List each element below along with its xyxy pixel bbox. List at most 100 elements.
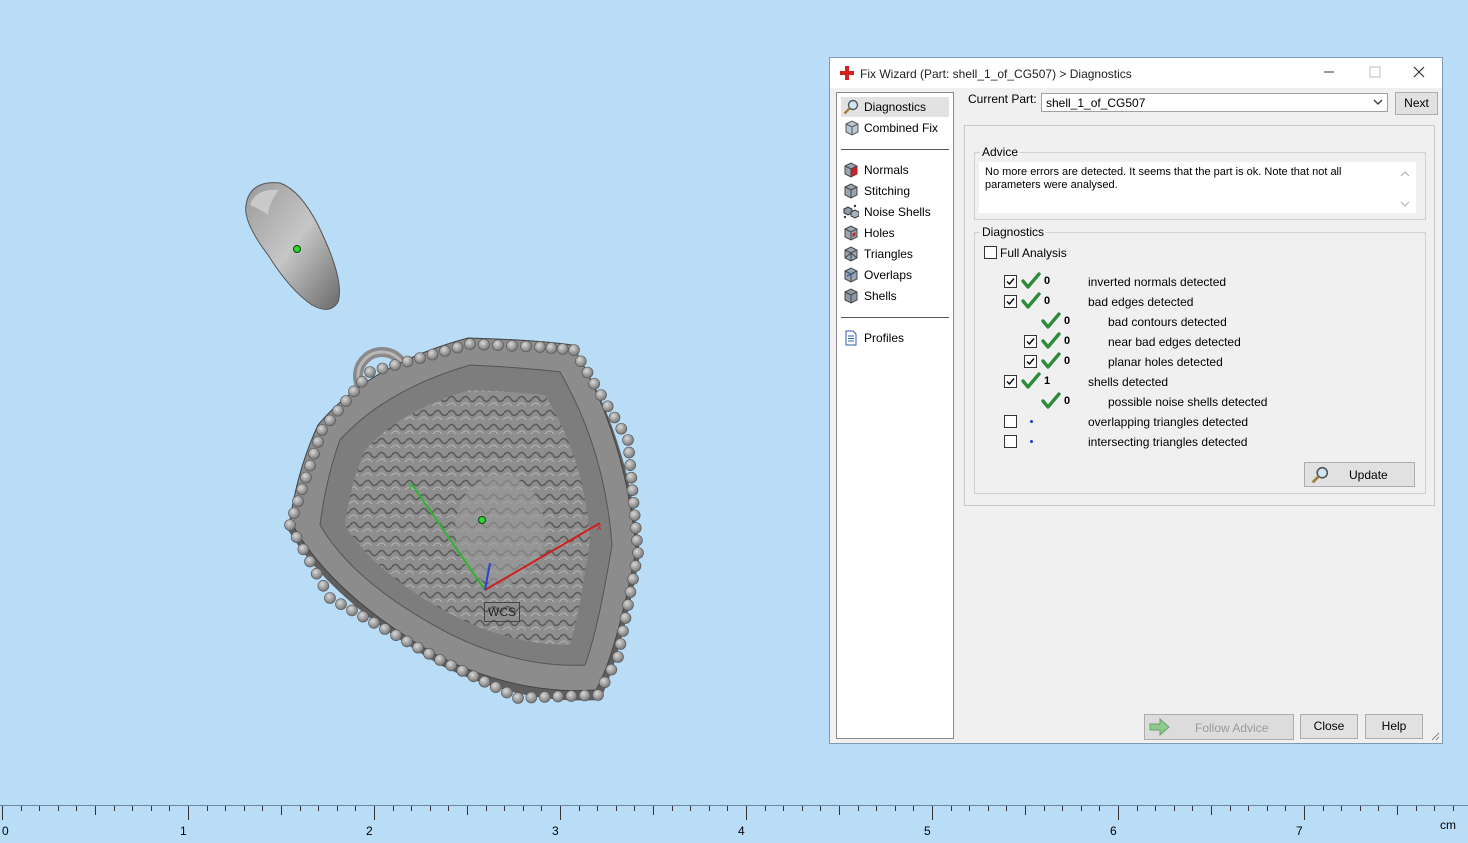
ruler-tick <box>1341 806 1342 811</box>
nav-item-profiles[interactable]: Profiles <box>841 328 949 348</box>
checkmark-icon <box>1026 358 1035 366</box>
current-part-select[interactable]: shell_1_of_CG507 <box>1041 93 1388 112</box>
nav-item-holes[interactable]: Holes <box>841 223 949 243</box>
ruler-tick <box>1304 806 1305 820</box>
dialog-titlebar[interactable]: Fix Wizard (Part: shell_1_of_CG507) > Di… <box>830 58 1442 88</box>
ruler-tick <box>132 806 133 811</box>
follow-advice-button[interactable]: Follow Advice <box>1144 714 1294 740</box>
update-label: Update <box>1349 468 1388 482</box>
ruler-label-5: 5 <box>924 824 931 838</box>
maximize-icon <box>1369 66 1381 78</box>
ruler-tick <box>783 806 784 811</box>
ruler-tick <box>76 806 77 811</box>
status-ok-icon <box>1041 352 1061 369</box>
scroll-up-icon[interactable] <box>1400 170 1410 178</box>
ruler-tick <box>1360 806 1361 811</box>
pendant-bead <box>439 345 451 357</box>
row-checkbox[interactable] <box>1004 375 1017 388</box>
pendant-bead <box>565 690 578 702</box>
pendant-bead <box>340 395 352 407</box>
row-checkbox[interactable] <box>1024 355 1037 368</box>
nav-item-combined-fix[interactable]: Combined Fix <box>841 118 949 138</box>
pendant-bead <box>310 567 323 580</box>
full-analysis-checkbox[interactable] <box>984 246 997 259</box>
ring-part[interactable] <box>245 182 340 310</box>
row-label: bad contours detected <box>1108 315 1227 329</box>
close-button[interactable]: Close <box>1300 714 1358 739</box>
follow-advice-label: Follow Advice <box>1195 721 1269 735</box>
row-checkbox[interactable] <box>1004 295 1017 308</box>
pendant-bead <box>556 343 569 355</box>
ruler-tick <box>1006 806 1007 811</box>
row-checkbox[interactable] <box>1004 435 1017 448</box>
overlaps-cube-icon <box>844 267 858 283</box>
ruler-tick <box>1155 806 1156 811</box>
close-icon <box>1413 66 1425 78</box>
status-ok-icon <box>1041 392 1061 409</box>
row-label: bad edges detected <box>1088 295 1194 309</box>
status-pending-icon <box>1030 440 1033 443</box>
help-button[interactable]: Help <box>1365 714 1423 739</box>
ruler-tick <box>504 806 505 811</box>
scroll-down-icon[interactable] <box>1400 200 1410 208</box>
pendant-bead <box>605 663 618 676</box>
nav-item-triangles[interactable]: Triangles <box>841 244 949 264</box>
ruler-tick <box>1323 806 1324 811</box>
nav-item-overlaps[interactable]: Overlaps <box>841 265 949 285</box>
row-checkbox[interactable] <box>1004 415 1017 428</box>
ruler-tick <box>21 806 22 811</box>
pendant-bead <box>588 377 601 390</box>
pendant-bead <box>317 580 330 592</box>
shells-cube-icon <box>844 288 858 304</box>
nav-label: Holes <box>864 226 895 240</box>
nav-item-noise-shells[interactable]: Noise Shells <box>841 202 949 222</box>
advice-textbox[interactable]: No more errors are detected. It seems th… <box>979 162 1416 213</box>
document-icon <box>845 330 857 346</box>
magnifier-icon <box>1311 466 1329 484</box>
pendant-bead <box>624 459 637 471</box>
pendant-bead <box>627 573 639 585</box>
ruler-tick <box>1248 806 1249 811</box>
holes-cube-icon <box>844 225 858 241</box>
ruler-tick <box>1267 806 1268 811</box>
nav-item-shells[interactable]: Shells <box>841 286 949 306</box>
close-window-button[interactable] <box>1396 58 1442 88</box>
maximize-button[interactable] <box>1352 58 1398 88</box>
ruler-tick <box>597 806 598 811</box>
pendant-bead <box>434 654 446 666</box>
nav-item-diagnostics[interactable]: Diagnostics <box>841 97 949 117</box>
ruler-tick <box>1192 806 1193 811</box>
ruler-tick <box>411 806 412 811</box>
resize-grip-icon[interactable] <box>1430 731 1440 741</box>
row-label: intersecting triangles detected <box>1088 435 1248 449</box>
ruler-label-4: 4 <box>738 824 745 838</box>
row-checkbox[interactable] <box>1004 275 1017 288</box>
pendant-bead <box>324 414 336 427</box>
pendant-bead <box>592 689 604 701</box>
ruler-tick <box>58 806 59 811</box>
pendant-bead <box>626 484 639 497</box>
nav-item-stitching[interactable]: Stitching <box>841 181 949 201</box>
ruler-label-6: 6 <box>1110 824 1117 838</box>
nav-item-normals[interactable]: Normals <box>841 160 949 180</box>
row-checkbox[interactable] <box>1024 335 1037 348</box>
ruler-tick <box>262 806 263 811</box>
ruler-tick <box>467 806 468 815</box>
lion-pendant-part[interactable] <box>284 337 644 704</box>
ruler-tick <box>932 806 933 820</box>
svg-text:y: y <box>408 480 413 490</box>
update-button[interactable]: Update <box>1304 462 1415 487</box>
nav-label: Stitching <box>864 184 911 198</box>
noise-shells-icon <box>843 204 859 219</box>
ruler-tick <box>746 806 747 820</box>
ruler-tick <box>300 806 301 811</box>
next-button[interactable]: Next <box>1395 92 1438 115</box>
pendant-bead <box>581 366 594 379</box>
nav-label: Combined Fix <box>864 121 939 135</box>
pendant-bead <box>512 692 524 704</box>
nav-label: Shells <box>864 289 897 303</box>
pendant-bead <box>308 447 320 460</box>
ruler-tick <box>1081 806 1082 811</box>
minimize-button[interactable] <box>1306 58 1352 88</box>
ruler-tick <box>690 806 691 811</box>
